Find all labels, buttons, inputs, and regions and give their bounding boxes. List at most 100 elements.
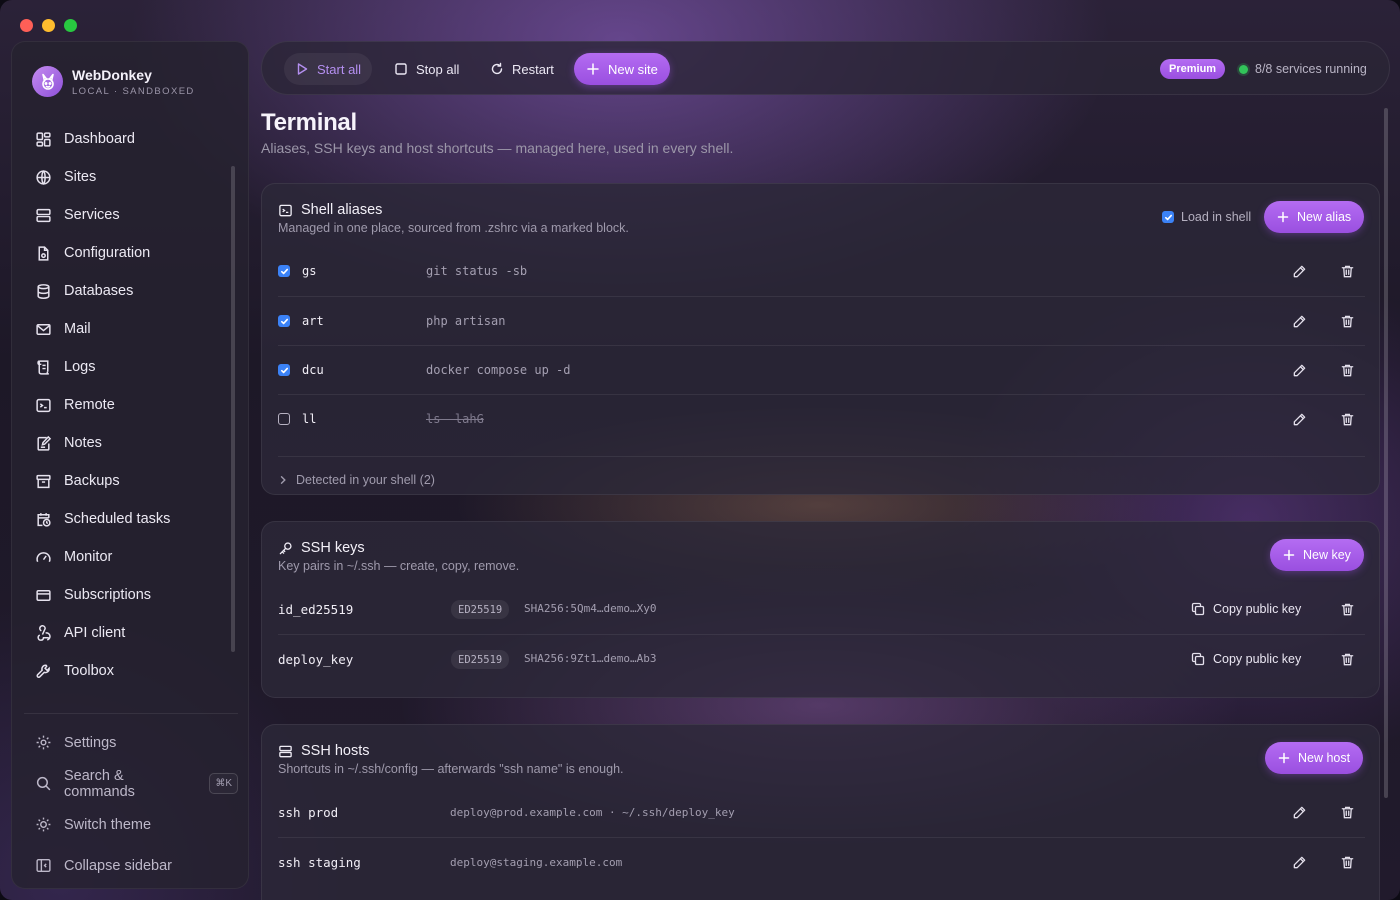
trash-icon bbox=[1341, 265, 1353, 277]
pencil-icon bbox=[1293, 315, 1305, 327]
close-window-button[interactable] bbox=[20, 19, 33, 32]
start-all-button[interactable]: Start all bbox=[284, 53, 373, 85]
edit-alias-button[interactable] bbox=[1290, 262, 1308, 280]
alias-enabled-checkbox[interactable] bbox=[278, 413, 290, 425]
trash-icon bbox=[1341, 806, 1353, 818]
sidebar-item-subscriptions[interactable]: Subscriptions bbox=[24, 576, 234, 614]
new-site-button[interactable]: New site bbox=[574, 53, 670, 85]
sidebar-item-sites[interactable]: Sites bbox=[24, 158, 234, 196]
sidebar: WebDonkey LOCAL · SANDBOXED Dashboard Si… bbox=[11, 41, 249, 889]
sidebar-item-toolbox[interactable]: Toolbox bbox=[24, 652, 234, 690]
brand[interactable]: WebDonkey LOCAL · SANDBOXED bbox=[32, 66, 195, 97]
status-dot-icon bbox=[1239, 64, 1248, 74]
sidebar-item-dashboard[interactable]: Dashboard bbox=[24, 120, 234, 158]
ssh-host-row[interactable]: ssh prod deploy@prod.example.com · ~/.ss… bbox=[278, 788, 1365, 837]
sidebar-item-mail[interactable]: Mail bbox=[24, 310, 234, 348]
new-key-label: New key bbox=[1303, 548, 1351, 562]
trash-icon bbox=[1341, 856, 1353, 868]
restart-button[interactable]: Restart bbox=[479, 53, 565, 85]
alias-row[interactable]: gs git status -sb bbox=[278, 247, 1365, 296]
alias-row[interactable]: dcu docker compose up -d bbox=[278, 345, 1365, 394]
key-icon bbox=[279, 541, 292, 554]
delete-host-button[interactable] bbox=[1338, 803, 1356, 821]
delete-key-button[interactable] bbox=[1338, 600, 1356, 618]
restart-label: Restart bbox=[512, 61, 554, 77]
app-window: WebDonkey LOCAL · SANDBOXED Dashboard Si… bbox=[0, 0, 1400, 900]
switch-theme-button[interactable]: Switch theme bbox=[24, 804, 238, 845]
alias-enabled-checkbox[interactable] bbox=[278, 364, 290, 376]
sun-icon bbox=[36, 817, 51, 832]
new-key-button[interactable]: New key bbox=[1270, 539, 1364, 571]
alias-enabled-checkbox[interactable] bbox=[278, 315, 290, 327]
alias-name: ll bbox=[302, 412, 317, 426]
section-subtitle: Managed in one place, sourced from .zshr… bbox=[278, 221, 629, 235]
sidebar-scrollbar[interactable] bbox=[231, 166, 235, 652]
host-detail: deploy@staging.example.com bbox=[450, 856, 623, 869]
main-scrollbar[interactable] bbox=[1384, 108, 1388, 798]
collapse-sidebar-label: Collapse sidebar bbox=[64, 857, 173, 874]
edit-alias-button[interactable] bbox=[1290, 410, 1308, 428]
new-alias-button[interactable]: New alias bbox=[1264, 201, 1365, 233]
copy-public-key-button[interactable]: Copy public key bbox=[1191, 650, 1301, 668]
sidebar-collapse-icon bbox=[36, 858, 51, 873]
settings-button[interactable]: Settings bbox=[24, 722, 238, 763]
delete-alias-button[interactable] bbox=[1338, 312, 1356, 330]
mail-icon bbox=[36, 323, 51, 335]
alias-row[interactable]: art php artisan bbox=[278, 296, 1365, 345]
delete-key-button[interactable] bbox=[1338, 650, 1356, 668]
copy-public-key-button[interactable]: Copy public key bbox=[1191, 600, 1301, 618]
sidebar-item-configuration[interactable]: Configuration bbox=[24, 234, 234, 272]
sidebar-item-backups[interactable]: Backups bbox=[24, 462, 234, 500]
minimize-window-button[interactable] bbox=[42, 19, 55, 32]
ssh-hosts-card: SSH hosts Shortcuts in ~/.ssh/config — a… bbox=[261, 724, 1380, 900]
search-commands-button[interactable]: Search & commands ⌘K bbox=[24, 763, 238, 804]
sidebar-item-remote[interactable]: Remote bbox=[24, 386, 234, 424]
sidebar-item-label: API client bbox=[64, 625, 126, 641]
delete-host-button[interactable] bbox=[1338, 853, 1356, 871]
collapse-sidebar-button[interactable]: Collapse sidebar bbox=[24, 845, 238, 886]
search-label: Search & commands bbox=[64, 767, 135, 800]
load-in-shell-toggle[interactable]: Load in shell bbox=[1162, 210, 1251, 224]
sidebar-item-label: Backups bbox=[64, 473, 120, 489]
alias-enabled-checkbox[interactable] bbox=[278, 265, 290, 277]
key-fingerprint: SHA256:5Qm4…demo…Xy0 bbox=[524, 602, 657, 615]
sidebar-item-logs[interactable]: Logs bbox=[24, 348, 234, 386]
search-icon bbox=[36, 776, 51, 791]
sidebar-item-label: Logs bbox=[64, 359, 96, 375]
alias-row[interactable]: ll ls -lahG bbox=[278, 394, 1365, 443]
sidebar-item-databases[interactable]: Databases bbox=[24, 272, 234, 310]
stop-all-label: Stop all bbox=[416, 61, 460, 77]
delete-alias-button[interactable] bbox=[1338, 410, 1356, 428]
trash-icon bbox=[1341, 653, 1353, 665]
sidebar-item-services[interactable]: Services bbox=[24, 196, 234, 234]
page-title: Terminal bbox=[261, 109, 357, 136]
delete-alias-button[interactable] bbox=[1338, 262, 1356, 280]
edit-host-button[interactable] bbox=[1290, 853, 1308, 871]
config-file-icon bbox=[38, 245, 49, 261]
sidebar-item-api-client[interactable]: API client bbox=[24, 614, 234, 652]
delete-alias-button[interactable] bbox=[1338, 361, 1356, 379]
sidebar-item-scheduled-tasks[interactable]: Scheduled tasks bbox=[24, 500, 234, 538]
gauge-icon bbox=[36, 551, 51, 562]
new-host-button[interactable]: New host bbox=[1265, 742, 1364, 774]
new-alias-label: New alias bbox=[1297, 210, 1352, 224]
maximize-window-button[interactable] bbox=[64, 19, 77, 32]
ssh-host-row[interactable]: ssh staging deploy@staging.example.com bbox=[278, 837, 1365, 886]
chevron-right-icon bbox=[280, 475, 286, 484]
sidebar-item-monitor[interactable]: Monitor bbox=[24, 538, 234, 576]
alias-name: gs bbox=[302, 264, 317, 278]
stop-all-button[interactable]: Stop all bbox=[383, 53, 470, 85]
load-in-shell-checkbox[interactable] bbox=[1162, 211, 1174, 223]
server-icon bbox=[279, 745, 292, 757]
detected-aliases-expander[interactable]: Detected in your shell (2) bbox=[278, 456, 1365, 487]
premium-badge[interactable]: Premium bbox=[1160, 59, 1226, 79]
sidebar-item-label: Subscriptions bbox=[64, 587, 152, 603]
calendar-clock-icon bbox=[37, 512, 51, 527]
edit-host-button[interactable] bbox=[1290, 803, 1308, 821]
section-title: SSH hosts bbox=[301, 743, 370, 759]
sidebar-item-notes[interactable]: Notes bbox=[24, 424, 234, 462]
sidebar-nav: Dashboard Sites Services Configuration D… bbox=[24, 120, 234, 690]
edit-alias-button[interactable] bbox=[1290, 312, 1308, 330]
edit-alias-button[interactable] bbox=[1290, 361, 1308, 379]
sidebar-item-label: Monitor bbox=[64, 549, 113, 565]
